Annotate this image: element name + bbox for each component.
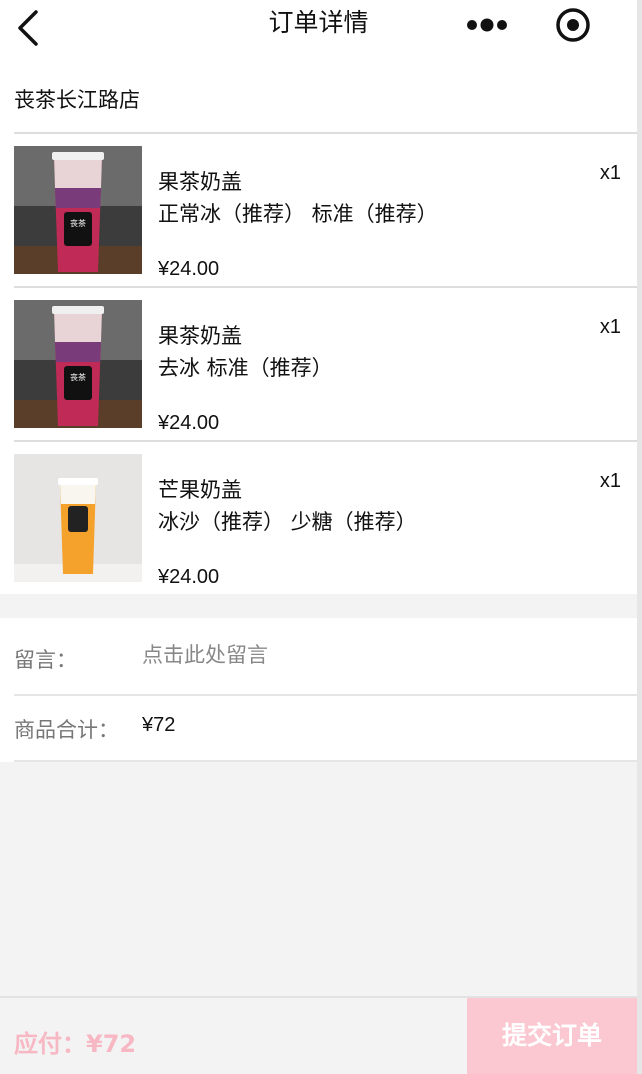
item-quantity: x1 (599, 470, 621, 492)
item-price: ¥24.00 (158, 566, 220, 588)
item-name: 果茶奶盖 (158, 324, 242, 348)
item-spec: 冰沙（推荐） 少糖（推荐） (158, 510, 417, 534)
store-name: 丧茶长江路店 (14, 88, 140, 112)
svg-text:丧茶: 丧茶 (70, 218, 86, 228)
item-spec: 去冰 标准（推荐） (158, 356, 333, 380)
page-title: 订单详情 (268, 8, 369, 37)
message-label: 留言： (14, 648, 77, 672)
total-value: ¥72 (142, 714, 176, 736)
divider (14, 132, 637, 134)
order-detail-page: 订单详情 丧茶长江路店 丧茶 果茶奶盖 正常冰（推荐） 标准（推荐） ¥24.0… (0, 0, 642, 1074)
divider (14, 760, 637, 762)
divider (14, 694, 637, 696)
item-spec: 正常冰（推荐） 标准（推荐） (158, 202, 438, 226)
item-quantity: x1 (599, 316, 621, 338)
message-input[interactable] (142, 632, 612, 678)
divider (14, 440, 637, 442)
total-label: 商品合计： (14, 718, 119, 742)
item-name: 果茶奶盖 (158, 170, 242, 194)
drink-photo-icon: 丧茶 (14, 146, 142, 274)
item-price: ¥24.00 (158, 412, 220, 434)
item-price: ¥24.00 (158, 258, 220, 280)
divider (14, 286, 637, 288)
scroll-edge (637, 0, 642, 1074)
order-content: 丧茶长江路店 丧茶 果茶奶盖 正常冰（推荐） 标准（推荐） ¥24.00 x1 … (0, 64, 637, 594)
submit-order-button[interactable]: 提交订单 (467, 998, 637, 1074)
checkout-bar: 应付：¥72 提交订单 (0, 996, 637, 1074)
more-dots-icon (467, 18, 507, 32)
item-name: 芒果奶盖 (158, 478, 242, 502)
drink-photo-icon: 丧茶 (14, 300, 142, 428)
amount-payable: 应付：¥72 (14, 1030, 137, 1058)
order-summary-section: 留言： 商品合计： ¥72 (0, 618, 637, 762)
target-circle-icon (556, 8, 590, 42)
drink-photo-icon (14, 454, 142, 582)
order-item[interactable]: 丧茶 果茶奶盖 正常冰（推荐） 标准（推荐） ¥24.00 x1 (0, 146, 637, 300)
svg-text:丧茶: 丧茶 (70, 372, 86, 382)
close-miniprogram-button[interactable] (552, 6, 594, 44)
order-item[interactable]: 丧茶 果茶奶盖 去冰 标准（推荐） ¥24.00 x1 (0, 300, 637, 454)
order-item[interactable]: 芒果奶盖 冰沙（推荐） 少糖（推荐） ¥24.00 x1 (0, 454, 637, 608)
item-quantity: x1 (599, 162, 621, 184)
nav-bar: 订单详情 (0, 0, 637, 64)
more-menu-button[interactable] (460, 8, 516, 42)
